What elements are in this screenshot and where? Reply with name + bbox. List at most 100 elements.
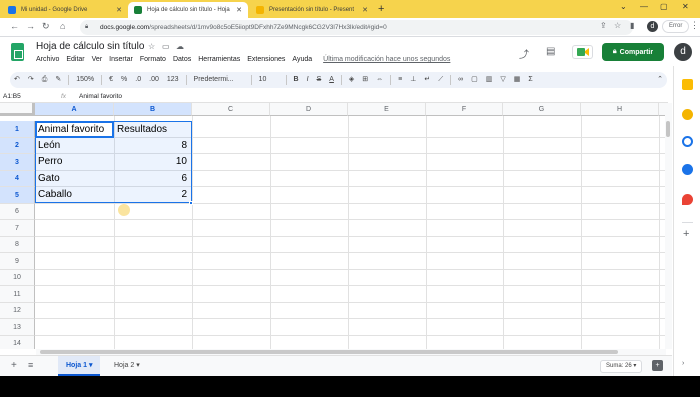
url-field[interactable]: docs.google.com/spreadsheets/d/1mv9o8c5o… (80, 20, 633, 35)
tab-search-icon[interactable]: ⌄ (620, 2, 627, 11)
insert-link-icon[interactable]: ∞ (454, 72, 467, 88)
forward-icon[interactable]: → (26, 21, 35, 31)
column-header-f[interactable]: F (426, 103, 503, 116)
cell-b3[interactable]: 10 (115, 154, 191, 170)
explore-icon[interactable]: + (652, 360, 663, 371)
share-button[interactable]: 🔒︎ Compartir (602, 43, 664, 61)
keep-icon[interactable] (682, 109, 693, 120)
insert-comment-icon[interactable]: ▢ (467, 72, 482, 88)
browser-tab-slides[interactable]: Presentación sin título - Present ✕ (250, 2, 374, 18)
sheet-tab-2[interactable]: Hoja 2 ▾ (106, 356, 148, 376)
text-rotate-icon[interactable]: ⟋ (434, 72, 447, 88)
font-select[interactable]: Predetermi... (190, 72, 248, 88)
sheet-tab-1[interactable]: Hoja 1 ▾ (58, 356, 101, 376)
scrollbar-thumb[interactable] (40, 350, 618, 354)
calendar-icon[interactable] (682, 79, 693, 90)
cell-a4[interactable]: Gato (36, 171, 113, 186)
text-color-button[interactable]: A (325, 72, 338, 88)
strikethrough-button[interactable]: S (313, 72, 326, 88)
scrollbar-thumb[interactable] (666, 121, 670, 137)
account-avatar[interactable]: d (674, 43, 692, 61)
column-header-e[interactable]: E (348, 103, 426, 116)
error-button[interactable]: Error (662, 20, 690, 33)
add-addon-icon[interactable]: + (683, 228, 689, 240)
star-icon[interactable]: ☆ (148, 42, 155, 51)
font-size-select[interactable]: 10 (255, 72, 283, 88)
row-header-5[interactable]: 5 (0, 187, 35, 204)
column-header-a[interactable]: A (35, 103, 114, 116)
sheets-logo-icon[interactable] (11, 43, 24, 61)
row-header-4[interactable]: 4 (0, 171, 35, 187)
row-header-11[interactable]: 11 (0, 286, 35, 303)
minimize-icon[interactable]: — (640, 2, 648, 11)
redo-icon[interactable]: ↷ (24, 72, 38, 88)
activity-trend-icon[interactable]: ⤴ (519, 46, 529, 61)
maps-icon[interactable] (682, 194, 693, 205)
fill-color-icon[interactable]: ◈ (345, 72, 358, 88)
reload-icon[interactable]: ↻ (42, 21, 50, 32)
side-panel-icon[interactable]: ▮ (630, 21, 634, 30)
align-horizontal-icon[interactable]: ≡ (394, 72, 406, 88)
close-icon[interactable]: ✕ (113, 6, 122, 14)
tasks-icon[interactable] (682, 136, 693, 147)
add-sheet-button[interactable]: + (11, 360, 17, 371)
select-all-corner[interactable] (0, 103, 35, 116)
close-icon[interactable]: ✕ (359, 6, 368, 14)
browser-tab-drive[interactable]: Mi unidad - Google Drive ✕ (2, 2, 128, 18)
bookmark-star-icon[interactable]: ☆ (614, 21, 621, 30)
cell-b5[interactable]: 2 (115, 187, 191, 203)
formula-input[interactable]: Animal favorito (79, 91, 122, 102)
vertical-scrollbar[interactable] (665, 103, 672, 349)
home-icon[interactable]: ⌂ (60, 21, 65, 31)
row-header-12[interactable]: 12 (0, 303, 35, 319)
row-header-10[interactable]: 10 (0, 270, 35, 286)
decrease-decimals-button[interactable]: .0 (131, 72, 145, 88)
insert-chart-icon[interactable]: ▥ (482, 72, 497, 88)
menu-extensiones[interactable]: Extensiones (247, 56, 285, 63)
borders-icon[interactable]: ⊞ (358, 72, 372, 88)
menu-formato[interactable]: Formato (140, 56, 166, 63)
filter-views-icon[interactable]: ▦ (510, 72, 525, 88)
cloud-saved-icon[interactable]: ☁ (176, 42, 184, 51)
cell-a1[interactable]: Animal favorito (36, 122, 113, 137)
meet-button[interactable] (572, 45, 593, 59)
row-header-8[interactable]: 8 (0, 237, 35, 253)
row-header-7[interactable]: 7 (0, 220, 35, 237)
cell-b4[interactable]: 6 (115, 171, 191, 186)
cell-a5[interactable]: Caballo (36, 187, 113, 203)
collapse-toolbar-icon[interactable]: ⌃ (653, 72, 667, 88)
cell-a3[interactable]: Perro (36, 154, 113, 170)
all-sheets-button[interactable]: ≡ (28, 360, 33, 370)
row-header-3[interactable]: 3 (0, 154, 35, 171)
undo-icon[interactable]: ↶ (10, 72, 24, 88)
menu-editar[interactable]: Editar (66, 56, 84, 63)
print-icon[interactable]: ⎙ (38, 72, 52, 88)
cell-a2[interactable]: León (36, 138, 113, 153)
last-modified-link[interactable]: Última modificación hace unos segundos (323, 56, 450, 63)
column-header-b[interactable]: B (114, 103, 192, 116)
row-header-6[interactable]: 6 (0, 204, 35, 220)
cell-b1[interactable]: Resultados (115, 122, 191, 137)
increase-decimals-button[interactable]: .00 (145, 72, 163, 88)
merge-cells-icon[interactable]: ⇔ (372, 72, 387, 88)
italic-button[interactable]: I (303, 72, 313, 88)
column-header-d[interactable]: D (270, 103, 348, 116)
window-close-icon[interactable]: ✕ (682, 2, 689, 11)
spreadsheet-grid[interactable]: A B C D E F G H 1 2 3 4 5 6 7 8 9 10 11 … (0, 103, 666, 349)
move-folder-icon[interactable]: ▭ (162, 42, 170, 51)
row-header-1[interactable]: 1 (0, 121, 35, 138)
contacts-icon[interactable] (682, 164, 693, 175)
percent-format-button[interactable]: % (117, 72, 131, 88)
row-header-14[interactable]: 14 (0, 336, 35, 349)
row-header-13[interactable]: 13 (0, 319, 35, 336)
close-icon[interactable]: ✕ (233, 6, 242, 14)
back-icon[interactable]: ← (10, 21, 19, 31)
zoom-select[interactable]: 150% (72, 72, 98, 88)
more-formats-button[interactable]: 123 (163, 72, 183, 88)
menu-ayuda[interactable]: Ayuda (292, 56, 312, 63)
lock-icon[interactable]: 🔒︎ (85, 24, 88, 31)
column-header-h[interactable]: H (581, 103, 659, 116)
menu-ver[interactable]: Ver (92, 56, 103, 63)
currency-format-button[interactable]: € (105, 72, 117, 88)
functions-icon[interactable]: Σ (524, 72, 536, 88)
